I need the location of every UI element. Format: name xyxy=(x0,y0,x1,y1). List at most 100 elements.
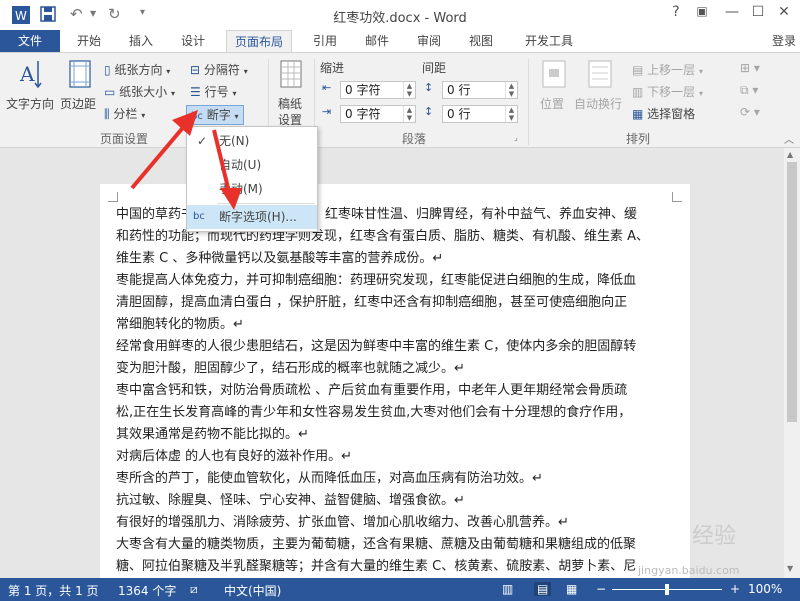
close-button[interactable]: ✕ xyxy=(772,4,796,24)
selection-pane-label: 选择窗格 xyxy=(647,107,696,121)
tab-home[interactable]: 开始 xyxy=(70,30,108,52)
rotate-button[interactable]: ⟳ ▾ xyxy=(740,105,760,119)
zoom-out-button[interactable]: − xyxy=(596,582,606,596)
text-line: 大枣含有大量的糖类物质，主要为葡萄糖，还含有果糖、蔗糖及由葡萄糖和果糖组成的低聚 xyxy=(116,537,637,552)
bring-forward-label: 上移一层 xyxy=(647,63,696,77)
text-line: 糖、阿拉伯聚糖及半乳醛聚糖等；并含有大量的维生素 C、核黄素、硫胺素、胡萝卜素、… xyxy=(116,559,637,574)
vertical-scrollbar[interactable]: ▲ ▼ xyxy=(784,148,800,578)
zoom-in-button[interactable]: + xyxy=(730,582,740,596)
scroll-down-icon[interactable]: ▼ xyxy=(787,564,793,573)
menu-item-none[interactable]: ✓ 无(N) xyxy=(187,129,317,153)
spinner-icon[interactable]: ▲ ▼ xyxy=(505,106,517,122)
menu-item-hyphenation-options[interactable]: bc 断字选项(H)... xyxy=(187,205,317,229)
size-button[interactable]: ▭ 纸张大小 ▾ xyxy=(104,83,175,100)
tab-review[interactable]: 审阅 xyxy=(410,30,448,52)
text-segment: ，红枣味甘性温、归脾胃经，有补中益气、养血安神、缓 xyxy=(312,207,638,222)
arrange-group-label: 排列 xyxy=(626,132,651,146)
text-line: 枣所含的芦丁，能使血管软化，从而降低血压，对高血压病有防治功效。↵ xyxy=(116,471,543,486)
position-icon xyxy=(542,60,566,88)
spinner-icon[interactable]: ▲ ▼ xyxy=(403,106,415,122)
wrap-text-label: 自动换行 xyxy=(574,97,623,111)
menu-item-manual[interactable]: 手动(M) xyxy=(187,177,317,201)
text-line: 其效果通常是药物不能比拟的。↵ xyxy=(116,427,309,442)
word-count[interactable]: 1364 个字 xyxy=(118,582,176,599)
menu-separator xyxy=(217,203,315,204)
hyphenation-menu: ✓ 无(N) 自动(U) 手动(M) bc 断字选项(H)... xyxy=(186,126,318,232)
zoom-slider[interactable] xyxy=(612,584,722,595)
paragraph[interactable]: 枣能提高人体免疫力，并可抑制癌细胞：药理研究发现，红枣能促进白细胞的生成，降低血… xyxy=(116,270,676,336)
text-line: 维生素 C 、多种微量钙以及氨基酸等丰富的营养成份。↵ xyxy=(116,251,444,266)
spacing-after-input[interactable]: 0 行 ▲ ▼ xyxy=(442,105,518,123)
tab-insert[interactable]: 插入 xyxy=(122,30,160,52)
align-button[interactable]: ⊞ ▾ xyxy=(740,61,760,75)
orientation-button[interactable]: ▯ 纸张方向 ▾ xyxy=(104,61,170,78)
menu-item-automatic[interactable]: 自动(U) xyxy=(187,153,317,177)
selection-pane-button[interactable]: ▦ 选择窗格 xyxy=(632,105,695,122)
indent-left-value: 0 字符 xyxy=(345,83,381,97)
ribbon-display-button[interactable]: ▣ xyxy=(690,4,714,24)
send-backward-button[interactable]: ▥ 下移一层 ▾ xyxy=(632,83,703,100)
tab-page-layout[interactable]: 页面布局 xyxy=(226,30,292,53)
tab-mailings[interactable]: 邮件 xyxy=(358,30,396,52)
dialog-launcher-icon[interactable]: ⌟ xyxy=(514,133,518,142)
document-page[interactable]: 中国的草药书 ，红枣味甘性温、归脾胃经，有补中益气、养血安神、缓 和药性的功能；而… xyxy=(100,184,690,578)
spinner-icon[interactable]: ▲ ▼ xyxy=(403,82,415,98)
spinner-icon[interactable]: ▲ ▼ xyxy=(505,82,517,98)
paragraph[interactable]: 对病后体虚 的人也有良好的滋补作用。↵ xyxy=(116,446,676,468)
position-button[interactable]: 位置 xyxy=(534,59,574,119)
spacing-before-input[interactable]: 0 行 ▲ ▼ xyxy=(442,81,518,99)
manuscript-settings-button[interactable]: 稿纸 设置 xyxy=(274,59,308,127)
text-direction-button[interactable]: A 文字方向 xyxy=(4,59,56,119)
spacing-before-value: 0 行 xyxy=(447,83,471,97)
read-mode-icon[interactable]: ▥ xyxy=(502,582,513,596)
zoom-slider-thumb[interactable] xyxy=(665,584,669,595)
breaks-button[interactable]: ⊟ 分隔符 ▾ xyxy=(190,61,248,78)
print-layout-icon[interactable]: ▤ xyxy=(534,582,552,596)
paragraph[interactable]: 经常食用鲜枣的人很少患胆结石，这是因为鲜枣中丰富的维生素 C，使体内多余的胆固醇… xyxy=(116,336,676,380)
maximize-button[interactable]: ☐ xyxy=(746,4,770,24)
help-button[interactable]: ? xyxy=(664,4,688,24)
line-numbers-button[interactable]: ☰ 行号 ▾ xyxy=(190,83,236,100)
zoom-level[interactable]: 100% xyxy=(748,582,782,596)
page-count[interactable]: 第 1 页，共 1 页 xyxy=(8,582,99,599)
indent-left-input[interactable]: 0 字符 ▲ ▼ xyxy=(340,81,416,99)
ribbon-separator xyxy=(528,59,529,145)
hyphenation-button[interactable]: bc 断字 ▾ xyxy=(186,105,244,125)
columns-button[interactable]: ⫼ 分栏 ▾ xyxy=(104,105,145,122)
minimize-button[interactable]: — xyxy=(720,4,744,24)
tab-developer[interactable]: 开发工具 xyxy=(514,30,584,52)
indent-right-input[interactable]: 0 字符 ▲ ▼ xyxy=(340,105,416,123)
status-bar: 第 1 页，共 1 页 1364 个字 ⧄ 中文(中国) ▥ ▤ ▦ − + 1… xyxy=(0,578,800,601)
collapse-ribbon-icon[interactable]: ︿ xyxy=(784,131,794,146)
watermark: 经验 jingyan.baidu.com xyxy=(638,518,740,577)
bring-forward-button[interactable]: ▤ 上移一层 ▾ xyxy=(632,61,703,78)
group-button[interactable]: ⧉ ▾ xyxy=(740,83,758,98)
web-layout-icon[interactable]: ▦ xyxy=(566,582,577,596)
paragraph[interactable]: 大枣含有大量的糖类物质，主要为葡萄糖，还含有果糖、蔗糖及由葡萄糖和果糖组成的低聚… xyxy=(116,534,676,578)
tab-view[interactable]: 视图 xyxy=(462,30,500,52)
text-line: 对病后体虚 的人也有良好的滋补作用。↵ xyxy=(116,449,353,464)
sign-in-link[interactable]: 登录 xyxy=(768,30,800,52)
paragraph[interactable]: 抗过敏、除腥臭、怪味、宁心安神、益智健脑、增强食欲。↵ xyxy=(116,490,676,512)
tab-design[interactable]: 设计 xyxy=(174,30,212,52)
send-backward-icon: ▥ xyxy=(632,85,644,99)
scroll-thumb[interactable] xyxy=(787,162,797,422)
language[interactable]: 中文(中国) xyxy=(224,582,281,599)
paragraph[interactable]: 枣所含的芦丁，能使血管软化，从而降低血压，对高血压病有防治功效。↵ xyxy=(116,468,676,490)
bring-forward-icon: ▤ xyxy=(632,63,644,77)
text-line: 经常食用鲜枣的人很少患胆结石，这是因为鲜枣中丰富的维生素 C，使体内多余的胆固醇… xyxy=(116,339,637,354)
proofing-icon[interactable]: ⧄ xyxy=(190,582,198,597)
line-numbers-icon: ☰ xyxy=(190,85,201,99)
paragraph[interactable]: 有很好的增强肌力、消除疲劳、扩张血管、增加心肌收缩力、改善心肌营养。↵ xyxy=(116,512,676,534)
paragraph-group-label: 段落 xyxy=(402,132,427,146)
text-line: 有很好的增强肌力、消除疲劳、扩张血管、增加心肌收缩力、改善心肌营养。↵ xyxy=(116,515,569,530)
margins-icon xyxy=(69,60,91,88)
wrap-text-button[interactable]: 自动换行 xyxy=(574,59,626,119)
paragraph[interactable]: 枣中富含钙和铁，对防治骨质疏松 、产后贫血有重要作用，中老年人更年期经常会骨质疏… xyxy=(116,380,676,446)
svg-text:A: A xyxy=(19,62,35,86)
tab-references[interactable]: 引用 xyxy=(306,30,344,52)
margins-button[interactable]: 页边距 xyxy=(60,59,100,119)
scroll-up-icon[interactable]: ▲ xyxy=(787,150,793,159)
hyphenation-label: 断字 xyxy=(206,108,231,122)
tab-file[interactable]: 文件 xyxy=(0,30,60,52)
